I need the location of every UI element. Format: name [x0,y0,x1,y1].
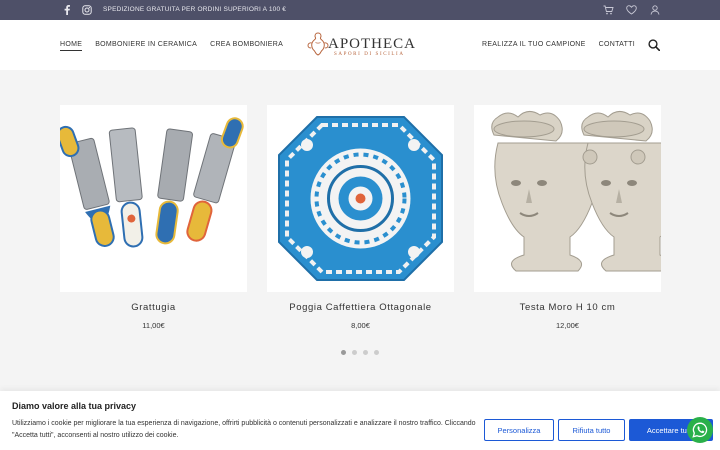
cookie-title: Diamo valore alla tua privacy [12,401,137,411]
cart-icon[interactable] [603,5,614,16]
site-logo[interactable]: APOTHECA SAPORI DI SICILIA [306,30,416,62]
carousel-dot[interactable] [341,350,346,355]
top-tools [603,0,660,20]
instagram-icon[interactable] [82,5,92,15]
carousel-dot[interactable] [363,350,368,355]
product-image-grater[interactable] [60,105,247,292]
product-card[interactable]: Poggia Caffettiera Ottagonale 8,00€ [267,105,454,330]
product-price: 12,00€ [556,321,579,330]
facebook-icon[interactable] [62,5,72,15]
heart-icon[interactable] [626,5,637,16]
product-title[interactable]: Grattugia [60,302,247,313]
shipping-promo: SPEDIZIONE GRATUITA PER ORDINI SUPERIORI… [103,6,287,13]
logo-name: APOTHECA [328,36,417,52]
logo-tagline: SAPORI DI SICILIA [334,52,405,57]
carousel-dot[interactable] [374,350,379,355]
whatsapp-icon [692,422,708,438]
product-card[interactable]: Testa Moro H 10 cm 12,00€ [474,105,661,330]
reject-all-cookies-button[interactable]: Rifiuta tutto [558,419,625,441]
nav-home[interactable]: HOME [60,41,83,51]
product-image-moor-heads[interactable] [474,105,661,292]
carousel-dot[interactable] [352,350,357,355]
top-bar: SPEDIZIONE GRATUITA PER ORDINI SUPERIORI… [0,0,720,20]
nav-bomboniere-ceramica[interactable]: BOMBONIERE IN CERAMICA [95,41,197,51]
product-card[interactable]: Grattugia 11,00€ [60,105,247,330]
product-price: 8,00€ [351,321,370,330]
product-title[interactable]: Poggia Caffettiera Ottagonale [267,302,454,313]
user-icon[interactable] [649,5,660,16]
logo-emblem-icon [307,32,329,56]
social-links [62,0,92,20]
main-header: HOME BOMBONIERE IN CERAMICA CREA BOMBONI… [0,20,720,70]
whatsapp-chat-button[interactable] [687,417,713,443]
product-title[interactable]: Testa Moro H 10 cm [474,302,661,313]
customize-cookies-button[interactable]: Personalizza [484,419,554,441]
primary-nav-right: REALIZZA IL TUO CAMPIONE CONTATTI [482,41,635,48]
nav-crea-bomboniera[interactable]: CREA BOMBONIERA [210,41,283,51]
product-price: 11,00€ [142,321,165,330]
cookie-text: Utilizziamo i cookie per migliorare la t… [12,420,476,439]
nav-contatti[interactable]: CONTATTI [599,41,635,48]
search-icon[interactable] [648,39,660,51]
product-image-trivet[interactable] [267,105,454,292]
carousel-pagination [341,350,379,355]
nav-realizza-campione[interactable]: REALIZZA IL TUO CAMPIONE [482,41,586,48]
primary-nav-left: HOME BOMBONIERE IN CERAMICA CREA BOMBONI… [60,41,283,51]
